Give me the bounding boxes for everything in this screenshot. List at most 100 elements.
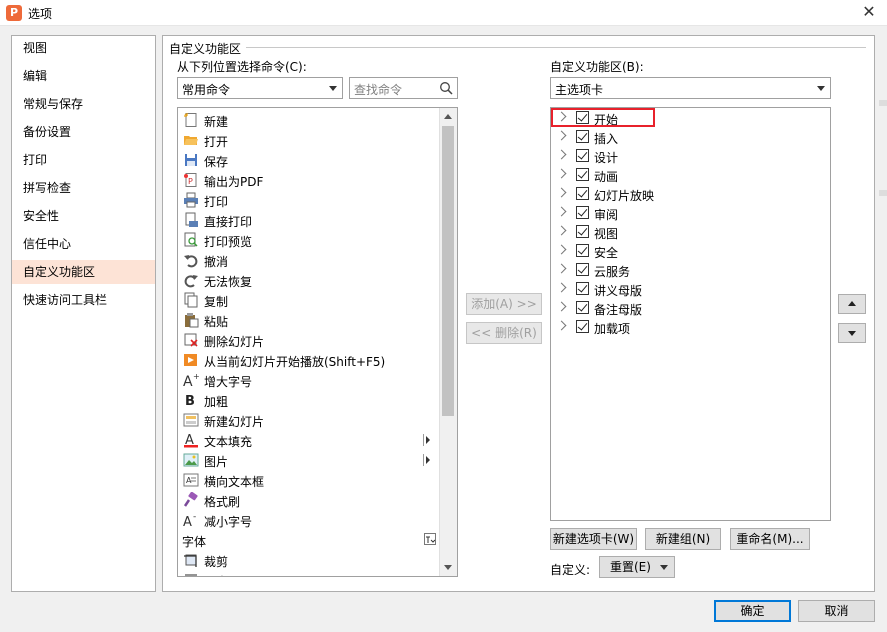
expand-chevron-icon[interactable] [556, 244, 567, 255]
section-title: 自定义功能区 [169, 42, 242, 56]
reset-button[interactable]: 重置(E) [599, 556, 675, 578]
command-list-item[interactable]: 新建 [178, 110, 440, 130]
command-list-item[interactable]: A 文本填充 [178, 430, 440, 450]
expand-chevron-icon[interactable] [556, 206, 567, 217]
sidebar-item[interactable]: 编辑 [12, 64, 155, 88]
sidebar-item[interactable]: 拼写检查 [12, 176, 155, 200]
tab-checkbox[interactable] [576, 282, 589, 295]
new-tab-button[interactable]: 新建选项卡(W) [550, 528, 637, 550]
command-list-item[interactable]: 从当前幻灯片开始播放(Shift+F5) [178, 350, 440, 370]
sidebar-item[interactable]: 快速访问工具栏 [12, 288, 155, 312]
undo-icon [183, 252, 199, 268]
tab-checkbox[interactable] [576, 225, 589, 238]
tab-checkbox[interactable] [576, 263, 589, 276]
expand-chevron-icon[interactable] [556, 187, 567, 198]
expand-chevron-icon[interactable] [556, 263, 567, 274]
scrollbar-thumb[interactable] [442, 126, 454, 416]
ribbon-tab-node[interactable]: 加载项 [551, 318, 829, 337]
command-list-item[interactable]: 打开 [178, 130, 440, 150]
command-list-item[interactable]: 居中 [178, 570, 440, 576]
command-list[interactable]: 居中裁剪字体 A-减小字号格式刷A横向文本框图片A文本填充新建幻灯片 B加粗A+增大… [177, 107, 458, 577]
command-list-item[interactable]: 撤消 [178, 250, 440, 270]
sidebar-item[interactable]: 打印 [12, 148, 155, 172]
ribbon-tab-label: 备注母版 [594, 303, 643, 317]
sidebar-item[interactable]: 自定义功能区 [12, 260, 155, 284]
expand-chevron-icon[interactable] [556, 225, 567, 236]
command-list-item[interactable]: 字体 [178, 530, 440, 550]
sidebar-item[interactable]: 信任中心 [12, 232, 155, 256]
tab-checkbox[interactable] [576, 301, 589, 314]
textbox-icon: A [183, 472, 199, 488]
scroll-up-icon[interactable] [444, 114, 452, 119]
expand-chevron-icon[interactable] [556, 320, 567, 331]
expand-chevron-icon[interactable] [556, 168, 567, 179]
command-list-item[interactable]: 打印 [178, 190, 440, 210]
ribbon-tab-node[interactable]: 备注母版 [551, 299, 829, 318]
ribbon-tab-node[interactable]: 云服务 [551, 261, 829, 280]
ok-button[interactable]: 确定 [714, 600, 791, 622]
sidebar-item[interactable]: 安全性 [12, 204, 155, 228]
command-list-item[interactable]: P 输出为PDF [178, 170, 440, 190]
ribbon-tab-node[interactable]: 安全 [551, 242, 829, 261]
command-list-item[interactable]: 复制 [178, 290, 440, 310]
ribbon-tab-label: 设计 [594, 151, 619, 165]
command-list-item[interactable]: 图片 [178, 450, 440, 470]
command-label: 保存 [204, 155, 229, 169]
move-up-button[interactable] [838, 294, 866, 314]
ribbon-tab-node[interactable]: 讲义母版 [551, 280, 829, 299]
ribbon-tab-node[interactable]: 视图 [551, 223, 829, 242]
command-list-item[interactable]: 裁剪 [178, 550, 440, 570]
move-down-button[interactable] [838, 323, 866, 343]
tab-checkbox[interactable] [576, 130, 589, 143]
add-button[interactable]: 添加(A) >> [466, 293, 542, 315]
command-list-item[interactable]: A 横向文本框 [178, 470, 440, 490]
ribbon-tab-label: 幻灯片放映 [594, 189, 655, 203]
sidebar-item[interactable]: 备份设置 [12, 120, 155, 144]
tab-type-dropdown[interactable]: 主选项卡 [550, 77, 831, 99]
ribbon-tab-node[interactable]: 插入 [551, 128, 829, 147]
rename-button[interactable]: 重命名(M)... [730, 528, 810, 550]
command-list-item[interactable]: 格式刷 [178, 490, 440, 510]
cancel-button[interactable]: 取消 [798, 600, 875, 622]
expand-chevron-icon[interactable] [556, 130, 567, 141]
tab-checkbox[interactable] [576, 320, 589, 333]
command-list-item[interactable]: 删除幻灯片 [178, 330, 440, 350]
ribbon-tab-node[interactable]: 动画 [551, 166, 829, 185]
ribbon-tab-label: 云服务 [594, 265, 631, 279]
search-command-input[interactable]: 查找命令 [349, 77, 458, 99]
tab-checkbox[interactable] [576, 187, 589, 200]
expand-chevron-icon[interactable] [556, 301, 567, 312]
ribbon-tab-tree[interactable]: 开始 插入 设计 动画 幻灯片放映 审阅 视图 安全 云服务 讲义母版 备注母版 加载项 [550, 107, 831, 521]
command-list-scrollbar[interactable] [439, 108, 457, 576]
command-list-item[interactable]: B 加粗 [178, 390, 440, 410]
new-group-button[interactable]: 新建组(N) [645, 528, 721, 550]
expand-chevron-icon[interactable] [556, 282, 567, 293]
command-list-item[interactable]: 直接打印 [178, 210, 440, 230]
expand-chevron-icon[interactable] [556, 149, 567, 160]
svg-text:+: + [193, 372, 199, 381]
direct-print-icon [183, 212, 199, 228]
command-list-item[interactable]: 粘贴 [178, 310, 440, 330]
command-list-item[interactable]: A - 减小字号 [178, 510, 440, 530]
ribbon-tab-node[interactable]: 审阅 [551, 204, 829, 223]
sidebar-item[interactable]: 视图 [12, 36, 155, 60]
command-list-item[interactable]: 打印预览 [178, 230, 440, 250]
ribbon-tab-node[interactable]: 设计 [551, 147, 829, 166]
tab-checkbox[interactable] [576, 168, 589, 181]
command-list-item[interactable]: A+ 增大字号 [178, 370, 440, 390]
command-list-item[interactable]: 保存 [178, 150, 440, 170]
command-label: 新建幻灯片 [204, 415, 265, 429]
command-list-item[interactable]: 无法恢复 [178, 270, 440, 290]
tab-checkbox[interactable] [576, 149, 589, 162]
sidebar-item[interactable]: 常规与保存 [12, 92, 155, 116]
command-list-item[interactable]: 新建幻灯片 [178, 410, 440, 430]
command-label: 字体 [182, 535, 207, 549]
ribbon-tab-node[interactable]: 幻灯片放映 [551, 185, 829, 204]
close-icon[interactable]: ✕ [858, 2, 880, 22]
redo-icon [183, 272, 199, 288]
scroll-down-icon[interactable] [444, 565, 452, 570]
tab-checkbox[interactable] [576, 206, 589, 219]
remove-button[interactable]: << 删除(R) [466, 322, 542, 344]
command-source-dropdown[interactable]: 常用命令 [177, 77, 343, 99]
tab-checkbox[interactable] [576, 244, 589, 257]
